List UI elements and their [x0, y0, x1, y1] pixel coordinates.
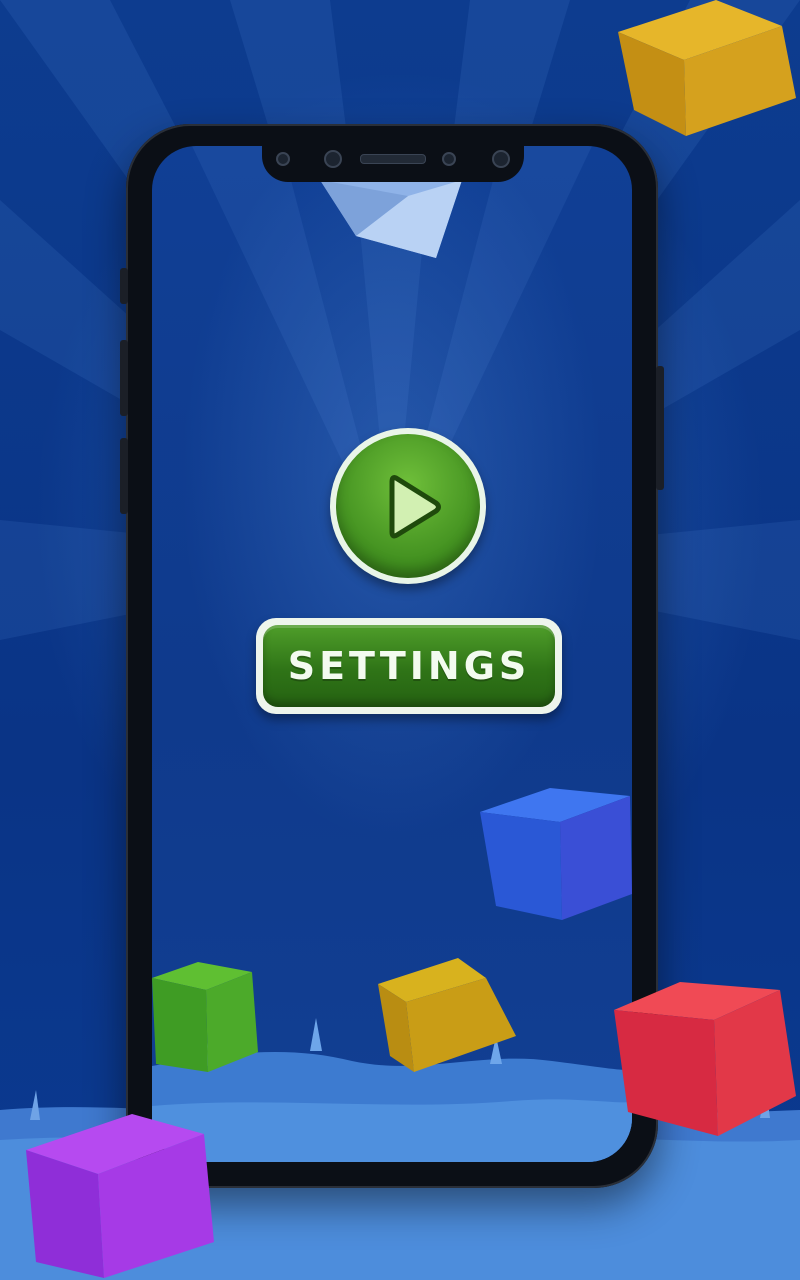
- cube-yellow: [618, 0, 796, 136]
- phone-power-button: [656, 366, 664, 490]
- settings-button[interactable]: SETTINGS: [256, 618, 562, 714]
- notch-sensor: [442, 152, 456, 166]
- notch-camera: [324, 150, 342, 168]
- settings-button-label: SETTINGS: [287, 644, 531, 688]
- play-icon: [389, 475, 441, 539]
- cube-green: [152, 962, 258, 1072]
- notch-sensor: [276, 152, 290, 166]
- phone-side-button: [120, 268, 128, 304]
- settings-button-face: SETTINGS: [263, 625, 555, 707]
- cube-white: [320, 180, 462, 258]
- phone-volume-down: [120, 438, 128, 514]
- notch-speaker: [360, 154, 426, 164]
- cube-gold: [378, 958, 516, 1072]
- cube-red: [614, 982, 796, 1136]
- cube-purple: [26, 1114, 214, 1278]
- phone-notch: [262, 138, 524, 182]
- phone-volume-up: [120, 340, 128, 416]
- cube-blue: [480, 788, 632, 920]
- notch-camera: [492, 150, 510, 168]
- play-button[interactable]: [330, 428, 486, 584]
- play-button-face: [336, 434, 480, 578]
